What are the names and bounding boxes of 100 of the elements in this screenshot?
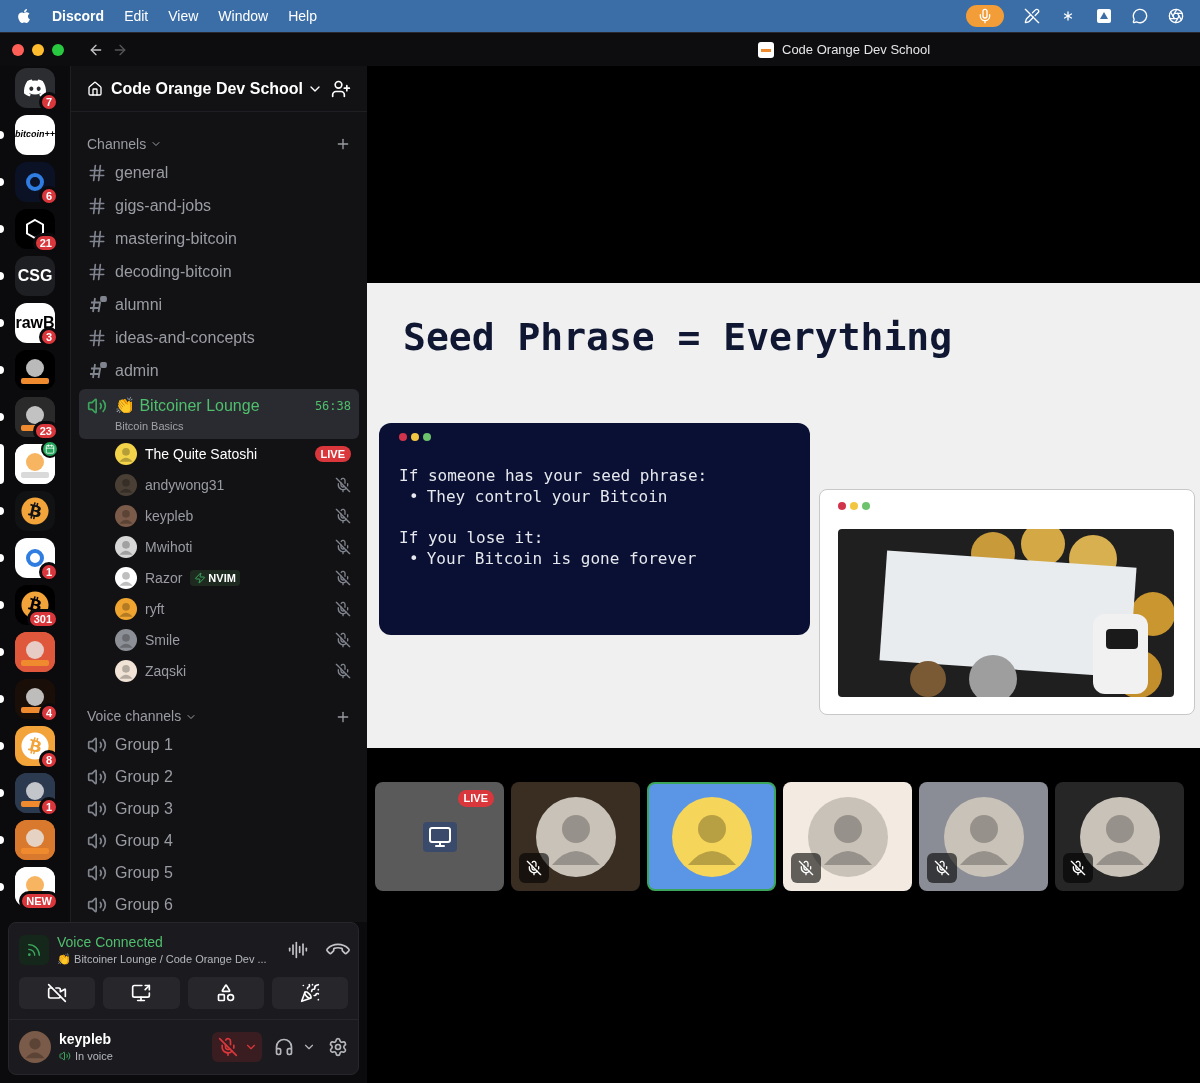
menu-app-name[interactable]: Discord	[52, 5, 105, 27]
server-logo-icon	[758, 41, 774, 58]
member-name[interactable]: keypleb	[145, 505, 194, 527]
audio-waves-icon[interactable]	[288, 939, 308, 960]
member-name[interactable]: Razor	[145, 567, 183, 589]
server-icon[interactable]: rawB 3	[15, 303, 55, 343]
chat-bubble-icon[interactable]	[1132, 8, 1148, 24]
channel-name[interactable]: admin	[115, 358, 159, 383]
menu-item[interactable]: Edit	[124, 5, 149, 27]
drive-icon[interactable]	[1096, 8, 1112, 24]
participant-tile[interactable]	[511, 782, 640, 891]
server-icon[interactable]: 8	[15, 726, 55, 766]
unread-badge: 3	[38, 327, 59, 347]
participant-tile[interactable]	[647, 782, 776, 891]
server-name: Code Orange Dev School	[111, 78, 304, 99]
share-screen-button[interactable]	[103, 977, 180, 1009]
channel-name: 👏 Bitcoiner Lounge	[115, 396, 260, 416]
channel-name[interactable]: alumni	[115, 292, 163, 317]
slide-text: If someone has your seed phrase:	[399, 465, 708, 486]
muted-icon	[335, 477, 351, 493]
call-timer: 56:38	[314, 398, 351, 415]
voice-location: 👏 Bitcoiner Lounge / Code Orange Dev ...	[57, 951, 267, 967]
participant-tile[interactable]	[783, 782, 912, 891]
server-icon[interactable]	[15, 820, 55, 860]
channel-name[interactable]: Group 5	[115, 860, 173, 885]
maximize-window-button[interactable]	[52, 43, 64, 56]
voice-status: Voice Connected	[57, 932, 164, 951]
close-window-button[interactable]	[12, 43, 24, 56]
section-header[interactable]: Voice channels	[87, 706, 182, 727]
microphone-status[interactable]	[966, 5, 1004, 27]
live-badge: LIVE	[314, 445, 351, 463]
bullet: •	[409, 486, 419, 507]
unread-badge: 301	[26, 609, 59, 629]
server-icon[interactable]	[15, 444, 55, 484]
channel-name[interactable]: decoding-bitcoin	[115, 259, 232, 284]
activities-button[interactable]	[187, 977, 264, 1009]
bitcoin-icon	[21, 497, 49, 525]
invite-icon[interactable]	[331, 78, 351, 99]
channel-name[interactable]: gigs-and-jobs	[115, 193, 212, 218]
channel-name[interactable]: general	[115, 160, 169, 185]
settings-icon[interactable]	[328, 1037, 348, 1057]
member-tag: NVIM	[190, 569, 240, 587]
member-name[interactable]: The Quite Satoshi	[145, 443, 258, 465]
channel-name[interactable]: Group 4	[115, 828, 173, 853]
member-name[interactable]: ryft	[145, 598, 165, 620]
slide-text: They control your Bitcoin	[426, 486, 668, 507]
window-title: Code Orange Dev School	[782, 40, 931, 59]
member-name[interactable]: Smile	[145, 629, 180, 651]
member-name[interactable]: Zaqski	[145, 660, 187, 682]
lightning-icon	[194, 572, 207, 584]
party-popper-icon	[299, 983, 320, 1003]
headphones-icon[interactable]	[274, 1037, 294, 1057]
server-icon[interactable]	[15, 632, 55, 672]
menu-item[interactable]: View	[168, 5, 199, 27]
unread-badge: 1	[38, 562, 59, 582]
server-icon[interactable]: 1	[15, 538, 55, 578]
channel-name[interactable]: ideas-and-concepts	[115, 325, 255, 350]
server-icon[interactable]	[15, 491, 55, 531]
server-icon[interactable]: 1	[15, 773, 55, 813]
aperture-icon[interactable]	[1168, 8, 1184, 24]
member-name[interactable]: Mwihoti	[145, 536, 193, 558]
server-header[interactable]: Code Orange Dev School	[71, 66, 367, 112]
server-icon[interactable]: 6	[15, 162, 55, 202]
active-voice-channel[interactable]: 👏 Bitcoiner Lounge 56:38 Bitcoin Basics	[79, 389, 359, 439]
avatar	[19, 1031, 51, 1063]
soundboard-button[interactable]	[271, 977, 348, 1009]
channel-name[interactable]: mastering-bitcoin	[115, 226, 237, 251]
muted-icon	[335, 508, 351, 524]
channel-name[interactable]: Group 6	[115, 892, 173, 917]
section-header[interactable]: Channels	[87, 133, 147, 155]
server-icon[interactable]: CSG	[15, 256, 55, 296]
slashed-pen-icon[interactable]	[1024, 8, 1040, 24]
member-name[interactable]: andywong31	[145, 474, 225, 496]
channel-topic: Bitcoin Basics	[115, 419, 185, 434]
channel-name[interactable]: Group 1	[115, 732, 173, 757]
participant-tile[interactable]	[1055, 782, 1184, 891]
minimize-window-button[interactable]	[32, 43, 44, 56]
speaker-icon	[59, 1050, 71, 1062]
add-channel-icon[interactable]	[335, 136, 351, 152]
muted-icon	[335, 570, 351, 586]
server-icon[interactable]: bitcoin++	[15, 115, 55, 155]
cube-icon	[23, 217, 47, 241]
muted-icon	[335, 601, 351, 617]
speaker-icon	[87, 766, 107, 787]
server-icon[interactable]: 7	[15, 68, 55, 108]
unread-badge: 23	[32, 421, 59, 441]
camera-off-button[interactable]	[19, 977, 96, 1009]
live-badge: LIVE	[457, 790, 494, 807]
microphone-button[interactable]	[212, 1032, 262, 1062]
menu-item[interactable]: Window	[218, 5, 269, 27]
menu-item[interactable]: Help	[288, 5, 317, 27]
apple-icon[interactable]	[16, 8, 32, 24]
channel-name[interactable]: Group 2	[115, 764, 173, 789]
server-name: bitcoin++	[15, 128, 55, 142]
user-status: In voice	[75, 1048, 113, 1064]
stream-tile[interactable]: LIVE	[375, 782, 504, 891]
channel-name[interactable]: Group 3	[115, 796, 173, 821]
participant-tile[interactable]	[919, 782, 1048, 891]
slide-text: If you lose it:	[399, 527, 544, 548]
mic-icon	[977, 8, 993, 24]
